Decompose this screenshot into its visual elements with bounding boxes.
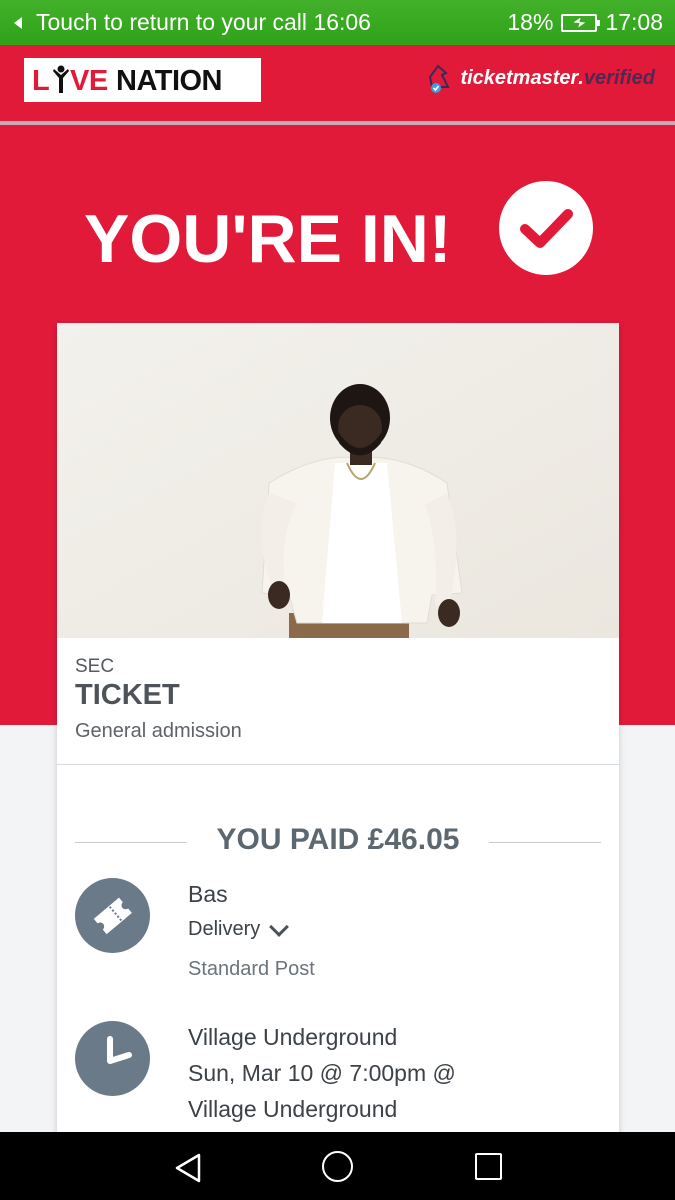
ticket-icon	[75, 878, 150, 953]
chevron-down-icon	[269, 916, 290, 937]
verified-text: verified	[583, 66, 655, 89]
system-nav-bar	[0, 1132, 675, 1200]
livenation-logo-icon: L VE NATION	[32, 65, 223, 97]
battery-percent: 18%	[507, 9, 554, 35]
delivery-method: Standard Post	[188, 958, 315, 980]
livenation-logo[interactable]: L VE NATION	[24, 58, 261, 102]
payment-summary: YOU PAID £46.05	[75, 823, 601, 857]
verified-shield-icon	[429, 64, 451, 93]
ticket-type: TICKET	[75, 679, 180, 711]
status-bar[interactable]: Touch to return to your call 16:06 18% 1…	[0, 0, 675, 45]
svg-text:L: L	[32, 65, 49, 97]
call-text: Touch to return to your call 16:06	[36, 9, 371, 35]
battery-charging-icon	[561, 13, 601, 32]
paid-amount: YOU PAID £46.05	[216, 823, 460, 856]
card-divider	[57, 764, 619, 765]
paid-divider-right	[489, 842, 601, 843]
back-triangle-icon[interactable]	[173, 1152, 203, 1184]
ticketmaster-verified-logo: ticketmaster. verified	[424, 63, 655, 93]
checkmark-circle-icon	[499, 181, 593, 275]
recent-square-icon[interactable]	[475, 1153, 502, 1180]
home-circle-icon[interactable]	[322, 1151, 353, 1182]
venue-name-line2: Village Underground	[188, 1096, 398, 1122]
ticket-card: SEC TICKET General admission YOU PAID £4…	[57, 323, 619, 1143]
status-indicators: 18% 17:08	[507, 9, 663, 36]
admission-type: General admission	[75, 720, 242, 742]
event-datetime: Sun, Mar 10 @ 7:00pm @	[188, 1060, 456, 1086]
delivery-label: Delivery	[188, 918, 261, 940]
app-header: L VE NATION ticketmaster. verified	[0, 45, 675, 122]
svg-text:VE: VE	[70, 65, 108, 97]
delivery-toggle[interactable]: Delivery	[188, 916, 290, 941]
return-to-call[interactable]: Touch to return to your call 16:06	[14, 9, 371, 36]
page-title: YOU'RE IN!	[84, 201, 452, 277]
clock-icon	[75, 1021, 150, 1096]
ticketmaster-text: ticketmaster	[460, 66, 579, 89]
svg-text:NATION: NATION	[116, 65, 222, 97]
section-label: SEC	[75, 656, 115, 677]
artist-photo	[57, 323, 619, 638]
clock-time: 17:08	[605, 9, 663, 35]
back-arrow-icon	[14, 16, 22, 29]
artist-name: Bas	[188, 881, 228, 907]
venue-name: Village Underground	[188, 1024, 398, 1050]
